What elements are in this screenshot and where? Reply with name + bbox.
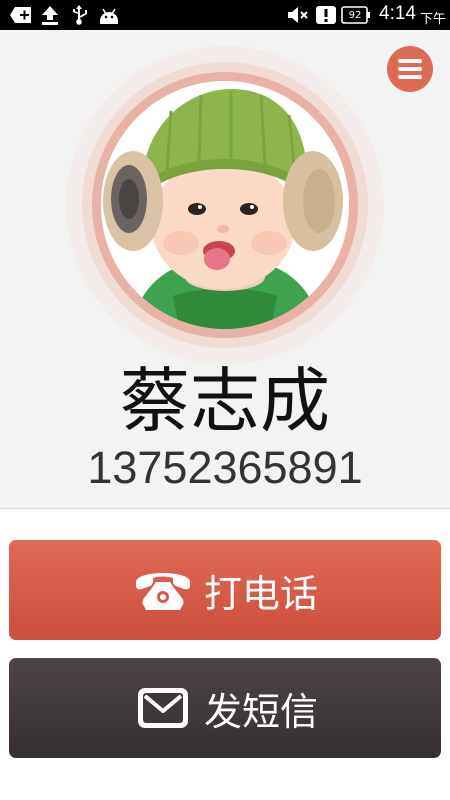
- contact-number: 13752365891: [87, 442, 363, 493]
- status-am-pm: 下午: [420, 12, 447, 27]
- hamburger-icon: [398, 67, 422, 71]
- status-time: 4:14: [379, 3, 416, 24]
- usb-icon: [68, 4, 90, 26]
- hamburger-icon: [398, 75, 422, 79]
- contact-name: 蔡志成: [120, 360, 330, 442]
- menu-button[interactable]: [387, 46, 433, 92]
- call-button-label: 打电话: [203, 571, 318, 616]
- call-button[interactable]: 打电话: [9, 540, 441, 640]
- telephone-icon: [132, 566, 194, 614]
- baby-photo: [101, 81, 349, 329]
- battery-icon: 92: [341, 4, 371, 26]
- alert-icon: [314, 4, 338, 26]
- status-bar: 92 4:14 下午: [0, 0, 450, 30]
- hamburger-icon: [398, 59, 422, 63]
- upload-icon: [40, 4, 60, 26]
- envelope-icon: [132, 684, 194, 732]
- avatar: [101, 81, 349, 329]
- add-notification-icon: [8, 4, 34, 26]
- sms-button[interactable]: 发短信: [9, 658, 441, 758]
- sms-button-label: 发短信: [203, 689, 318, 734]
- android-debug-icon: [96, 4, 122, 26]
- mute-icon: [286, 4, 310, 26]
- battery-level: 92: [348, 9, 362, 21]
